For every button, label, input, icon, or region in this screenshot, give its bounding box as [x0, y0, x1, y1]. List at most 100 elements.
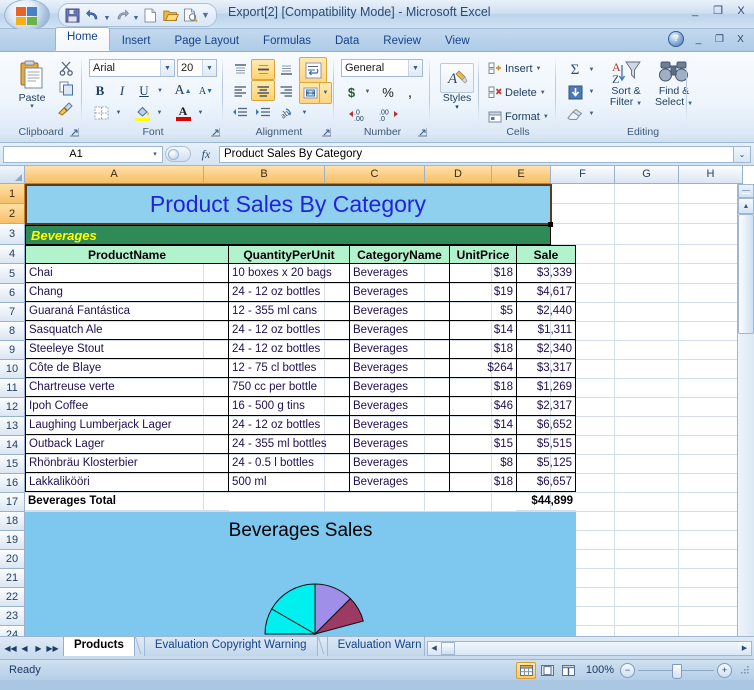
font-color-button[interactable]: A — [171, 102, 195, 124]
sheet-tab-evaluation-copyright-warning[interactable]: Evaluation Copyright Warning — [143, 637, 318, 656]
number-dialog-launcher-icon[interactable] — [418, 128, 427, 137]
zoom-slider[interactable]: − + — [620, 662, 732, 679]
grid-cell-G15[interactable] — [615, 455, 679, 474]
borders-dropdown-icon[interactable]: ▼ — [112, 102, 125, 124]
split-box[interactable] — [738, 184, 754, 198]
align-right-button[interactable] — [274, 80, 298, 101]
grow-font-button[interactable]: A ▲ — [171, 80, 195, 102]
tab-page-layout[interactable]: Page Layout — [162, 31, 251, 51]
fill-handle[interactable] — [548, 222, 553, 227]
column-header-C[interactable]: C — [325, 166, 425, 184]
grid-cell-H6[interactable] — [679, 284, 743, 303]
cell-categoryname-5[interactable]: Beverages — [349, 264, 450, 283]
horizontal-scrollbar[interactable]: ◀ ▶ — [426, 640, 752, 656]
cell-sale-9[interactable]: $2,340 — [516, 340, 576, 359]
row-header-12[interactable]: 12 — [0, 398, 25, 417]
grid-cell-G10[interactable] — [615, 360, 679, 379]
styles-dropdown-icon[interactable]: ▾ — [455, 104, 459, 111]
cell-productname-12[interactable]: Ipoh Coffee — [25, 397, 229, 416]
row-header-14[interactable]: 14 — [0, 436, 25, 455]
row-header-10[interactable]: 10 — [0, 360, 25, 379]
view-page-break-button[interactable] — [558, 662, 578, 679]
column-header-H[interactable]: H — [679, 166, 743, 184]
row-header-13[interactable]: 13 — [0, 417, 25, 436]
grid-cell-G13[interactable] — [615, 417, 679, 436]
cell-quantityperunit-16[interactable]: 500 ml — [228, 473, 350, 492]
cell-sale-12[interactable]: $2,317 — [516, 397, 576, 416]
cell-categoryname-8[interactable]: Beverages — [349, 321, 450, 340]
grid-cell-G11[interactable] — [615, 379, 679, 398]
cell-categoryname-12[interactable]: Beverages — [349, 397, 450, 416]
cell-unitprice-13[interactable]: $14 — [449, 416, 517, 435]
first-sheet-button[interactable]: ◀◀ — [4, 641, 17, 655]
cell-quantityperunit-6[interactable]: 24 - 12 oz bottles — [228, 283, 350, 302]
cell-header-categoryname[interactable]: CategoryName — [349, 245, 450, 264]
percent-format-button[interactable]: % — [377, 81, 399, 103]
borders-button[interactable] — [89, 102, 113, 124]
redo-icon[interactable] — [112, 6, 131, 24]
sort-filter-dropdown-icon[interactable]: ▼ — [636, 101, 642, 107]
cell-sale-13[interactable]: $6,652 — [516, 416, 576, 435]
accounting-dropdown-icon[interactable]: ▼ — [361, 81, 374, 103]
cell-sale-8[interactable]: $1,311 — [516, 321, 576, 340]
grid-cell-G1[interactable] — [615, 184, 679, 204]
cell-categoryname-6[interactable]: Beverages — [349, 283, 450, 302]
font-name-dropdown-icon[interactable]: ▼ — [160, 60, 174, 76]
row-header-4[interactable]: 4 — [0, 245, 25, 264]
bold-button[interactable]: B — [89, 80, 111, 102]
format-cells-dropdown-icon[interactable]: ▼ — [543, 114, 549, 120]
grid-cell-G7[interactable] — [615, 303, 679, 322]
styles-button[interactable]: A Styles ▾ — [437, 62, 477, 112]
grid-cell-H3[interactable] — [679, 224, 743, 245]
sheet-tab-evaluation-warn[interactable]: Evaluation Warn — [326, 637, 425, 656]
format-painter-button[interactable] — [56, 99, 76, 118]
grid-cell-G21[interactable] — [615, 569, 679, 588]
view-page-layout-button[interactable] — [537, 662, 557, 679]
clear-dropdown-icon[interactable]: ▼ — [585, 103, 598, 125]
align-top-button[interactable] — [228, 59, 252, 80]
align-bottom-button[interactable] — [274, 59, 298, 80]
number-format-dropdown-icon[interactable]: ▼ — [408, 60, 422, 76]
cell-sale-7[interactable]: $2,440 — [516, 302, 576, 321]
cell-productname-16[interactable]: Lakkalikööri — [25, 473, 229, 492]
clipboard-dialog-launcher-icon[interactable] — [70, 128, 79, 137]
grid-cell-F1[interactable] — [551, 184, 615, 204]
cut-button[interactable] — [56, 59, 76, 78]
grid-cell-G2[interactable] — [615, 204, 679, 224]
row-header-8[interactable]: 8 — [0, 322, 25, 341]
row-header-19[interactable]: 19 — [0, 531, 25, 550]
formula-input[interactable]: Product Sales By Category — [219, 145, 733, 163]
grid-cell-F3[interactable] — [551, 224, 615, 245]
cell-header-productname[interactable]: ProductName — [25, 245, 229, 264]
last-sheet-button[interactable]: ▶▶ — [46, 641, 59, 655]
row-header-24[interactable]: 24 — [0, 626, 25, 636]
restore-button[interactable]: ❐ — [711, 4, 725, 17]
comma-format-button[interactable]: , — [399, 81, 421, 103]
grid-cell-F2[interactable] — [551, 204, 615, 224]
undo-icon[interactable] — [83, 6, 102, 24]
grid-cell-H20[interactable] — [679, 550, 743, 569]
close-button[interactable]: X — [734, 5, 748, 17]
grid-cell-G3[interactable] — [615, 224, 679, 245]
align-left-button[interactable] — [228, 80, 252, 101]
formula-bar-buttons[interactable] — [163, 145, 193, 163]
grid-cell-H9[interactable] — [679, 341, 743, 360]
grid-cell-G22[interactable] — [615, 588, 679, 607]
zoom-track[interactable] — [638, 663, 714, 679]
tab-review[interactable]: Review — [371, 31, 433, 51]
sort-filter-button[interactable]: A Z Sort & Filter ▼ — [601, 58, 651, 111]
scroll-thumb[interactable] — [738, 214, 754, 334]
grid-cell-H19[interactable] — [679, 531, 743, 550]
cell-quantityperunit-15[interactable]: 24 - 0.5 l bottles — [228, 454, 350, 473]
row-header-1[interactable]: 1 — [0, 184, 25, 204]
insert-cells-dropdown-icon[interactable]: ▼ — [536, 66, 542, 72]
grid-cell-H17[interactable] — [679, 493, 743, 512]
cell-unitprice-14[interactable]: $15 — [449, 435, 517, 454]
undo-dropdown-icon[interactable]: ▼ — [103, 4, 111, 26]
underline-button[interactable]: U — [133, 80, 155, 102]
underline-dropdown-icon[interactable]: ▼ — [154, 80, 166, 102]
cell-unitprice-7[interactable]: $5 — [449, 302, 517, 321]
cell-header-sale[interactable]: Sale — [516, 245, 576, 264]
tab-data[interactable]: Data — [323, 31, 371, 51]
new-icon[interactable] — [141, 6, 160, 24]
